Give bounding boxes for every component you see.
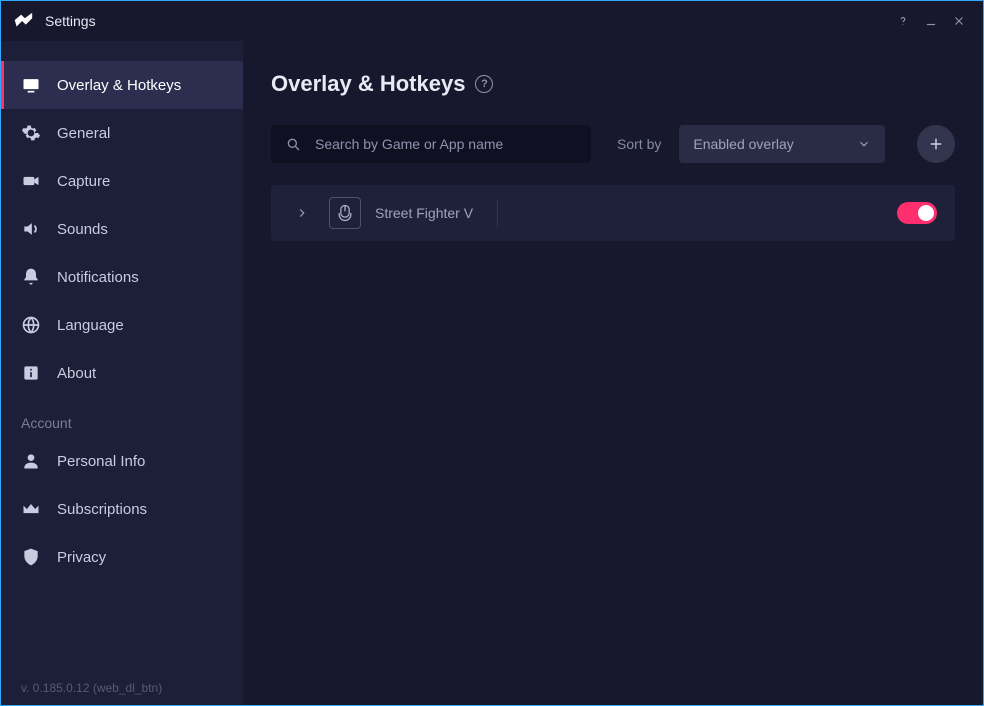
toggle-knob <box>918 205 934 221</box>
help-button[interactable] <box>889 7 917 35</box>
settings-window: Settings Overlay & Hotkeys <box>0 0 984 706</box>
sidebar-item-privacy[interactable]: Privacy <box>1 533 243 581</box>
app-row[interactable]: Street Fighter V <box>271 185 955 241</box>
sortby-select[interactable]: Enabled overlay <box>679 125 885 163</box>
sidebar-item-label: Subscriptions <box>57 501 147 518</box>
sidebar-item-general[interactable]: General <box>1 109 243 157</box>
search-input[interactable] <box>315 136 577 152</box>
search-icon <box>285 136 301 152</box>
minimize-button[interactable] <box>917 7 945 35</box>
person-icon <box>21 451 41 471</box>
sidebar-item-subscriptions[interactable]: Subscriptions <box>1 485 243 533</box>
sidebar-item-label: Capture <box>57 173 110 190</box>
titlebar: Settings <box>1 1 983 41</box>
overlay-icon <box>21 75 41 95</box>
main-content: Overlay & Hotkeys ? Sort by Enabled over… <box>243 41 983 705</box>
sidebar: Overlay & Hotkeys General Capture <box>1 41 243 705</box>
sidebar-section-account: Account <box>1 397 243 437</box>
shield-icon <box>21 547 41 567</box>
app-logo-icon <box>11 9 35 33</box>
page-title: Overlay & Hotkeys <box>271 71 465 97</box>
sortby-label: Sort by <box>617 136 661 152</box>
sidebar-item-language[interactable]: Language <box>1 301 243 349</box>
overlay-toggle[interactable] <box>897 202 937 224</box>
window-title: Settings <box>45 13 96 29</box>
search-box[interactable] <box>271 125 591 163</box>
sidebar-item-label: Overlay & Hotkeys <box>57 77 181 94</box>
sidebar-item-label: About <box>57 365 96 382</box>
sidebar-item-label: Personal Info <box>57 453 145 470</box>
app-name: Street Fighter V <box>375 205 473 221</box>
sidebar-item-notifications[interactable]: Notifications <box>1 253 243 301</box>
sidebar-item-label: General <box>57 125 110 142</box>
camera-icon <box>21 171 41 191</box>
toolbar: Sort by Enabled overlay <box>271 125 955 163</box>
version-label: v. 0.185.0.12 (web_dl_btn) <box>21 681 233 695</box>
app-icon <box>329 197 361 229</box>
crown-icon <box>21 499 41 519</box>
info-icon <box>21 363 41 383</box>
sidebar-item-overlay-hotkeys[interactable]: Overlay & Hotkeys <box>1 61 243 109</box>
sidebar-item-sounds[interactable]: Sounds <box>1 205 243 253</box>
gear-icon <box>21 123 41 143</box>
page-help-icon[interactable]: ? <box>475 75 493 93</box>
sortby-value: Enabled overlay <box>693 136 793 152</box>
sidebar-item-label: Sounds <box>57 221 108 238</box>
sidebar-item-personal-info[interactable]: Personal Info <box>1 437 243 485</box>
sidebar-item-label: Language <box>57 317 124 334</box>
sidebar-item-label: Notifications <box>57 269 139 286</box>
page-title-row: Overlay & Hotkeys ? <box>271 71 955 97</box>
add-app-button[interactable] <box>917 125 955 163</box>
close-button[interactable] <box>945 7 973 35</box>
row-divider <box>497 199 498 227</box>
chevron-right-icon[interactable] <box>289 206 315 220</box>
sidebar-item-about[interactable]: About <box>1 349 243 397</box>
sidebar-item-label: Privacy <box>57 549 106 566</box>
speaker-icon <box>21 219 41 239</box>
chevron-down-icon <box>857 137 871 151</box>
sidebar-item-capture[interactable]: Capture <box>1 157 243 205</box>
sidebar-nav: Overlay & Hotkeys General Capture <box>1 41 243 581</box>
bell-icon <box>21 267 41 287</box>
globe-icon <box>21 315 41 335</box>
